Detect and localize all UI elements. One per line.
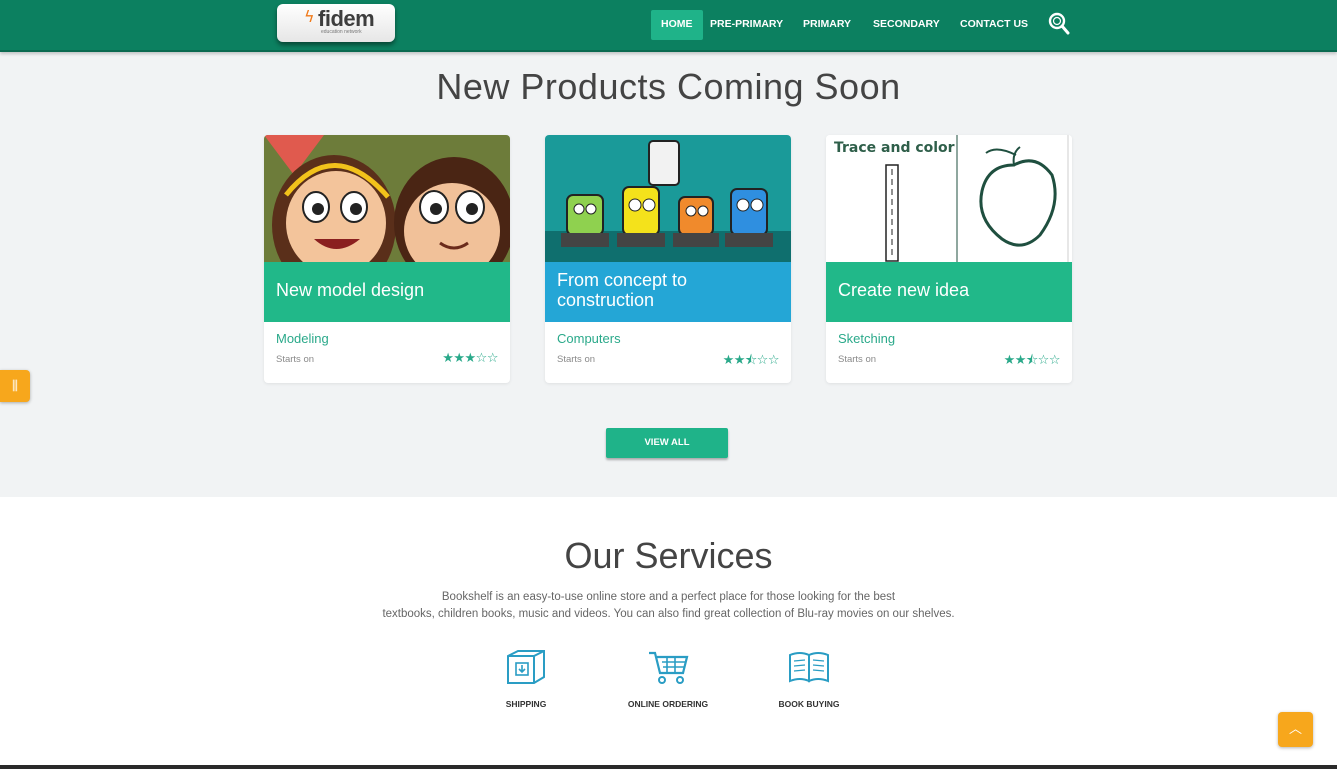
nav-secondary[interactable]: SECONDARY [873, 10, 940, 40]
card-title[interactable]: New model design [276, 280, 500, 300]
product-card-computers[interactable]: From concept to construction Computers S… [545, 135, 791, 383]
card-starts-label: Starts on [276, 354, 315, 365]
card-band[interactable]: Create new idea [826, 262, 1072, 322]
card-starts-label: Starts on [557, 354, 596, 365]
card-title[interactable]: Create new idea [838, 280, 1062, 300]
card-starts-label: Starts on [838, 354, 877, 365]
product-card-sketching[interactable]: Trace and color Create new idea Sketchin… [826, 135, 1072, 383]
card-category[interactable]: Modeling [276, 331, 329, 346]
search-icon[interactable] [1048, 12, 1070, 36]
card-category[interactable]: Computers [557, 331, 621, 346]
rating-stars: ★★★☆☆ [442, 351, 498, 366]
services-section: Our Services Bookshelf is an easy-to-use… [0, 497, 1337, 769]
sliders-icon: ⫼ [12, 378, 18, 393]
page-bottom-edge [0, 765, 1337, 769]
service-online-ordering[interactable]: ONLINE ORDERING [608, 649, 728, 709]
cart-icon [649, 651, 689, 684]
card-image-cartoon-computers[interactable] [545, 135, 791, 263]
box-download-icon [507, 650, 545, 684]
card-image-caption: Trace and color [834, 140, 955, 156]
services-description-line-1: Bookshelf is an easy-to-use online store… [441, 591, 896, 603]
service-book-buying[interactable]: BOOK BUYING [749, 649, 869, 709]
products-section-title: New Products Coming Soon [436, 66, 901, 107]
nav-home[interactable]: HOME [651, 10, 703, 40]
card-band[interactable]: New model design [264, 262, 510, 322]
services-description-line-2: textbooks, children books, music and vid… [382, 608, 955, 620]
view-all-button[interactable]: VIEW ALL [606, 428, 728, 458]
site-logo[interactable]: ϟ fidem education network [277, 4, 395, 42]
nav-contact-us[interactable]: CONTACT US [960, 10, 1028, 40]
services-section-title: Our Services [564, 535, 773, 576]
nav-primary[interactable]: PRIMARY [803, 10, 851, 40]
top-navbar: ϟ fidem education network HOME PRE-PRIMA… [0, 0, 1337, 52]
nav-pre-primary[interactable]: PRE-PRIMARY [710, 10, 783, 40]
service-shipping[interactable]: SHIPPING [466, 649, 586, 709]
flame-icon: ϟ [304, 7, 315, 26]
card-category[interactable]: Sketching [838, 331, 895, 346]
rating-stars: ★★⯪☆☆ [722, 353, 780, 368]
chevron-up-icon: ︿ [1288, 722, 1302, 737]
open-book-icon [789, 652, 829, 683]
card-band[interactable]: From concept to construction [545, 262, 791, 322]
card-image-cartoon-kids[interactable] [264, 135, 510, 295]
services-description: Bookshelf is an easy-to-use online store… [0, 589, 1337, 623]
card-title[interactable]: From concept to construction [557, 270, 781, 310]
rating-stars: ★★⯪☆☆ [1003, 353, 1061, 368]
service-label[interactable]: SHIPPING [466, 699, 586, 709]
logo-tagline: education network [321, 29, 362, 35]
product-card-modeling[interactable]: New model design Modeling Starts on ★★★☆… [264, 135, 510, 383]
service-label[interactable]: BOOK BUYING [749, 699, 869, 709]
back-to-top-button[interactable]: ︿ [1278, 712, 1313, 747]
service-label[interactable]: ONLINE ORDERING [608, 699, 728, 709]
card-image-trace-and-color-sheet[interactable]: Trace and color [826, 135, 1072, 263]
logo-wordmark: fidem [318, 6, 375, 31]
settings-widget-tab[interactable]: ⫼ [0, 370, 30, 402]
